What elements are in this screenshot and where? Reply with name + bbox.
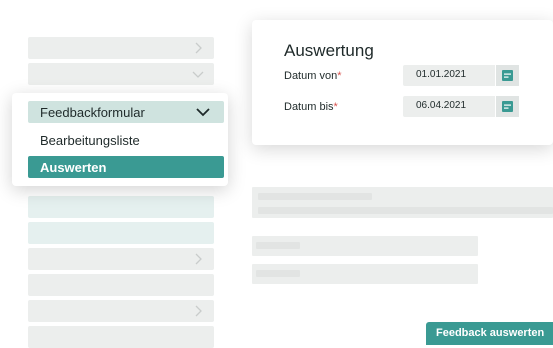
evaluation-card: Auswertung Datum von* 01.01.2021 Datum b… <box>252 20 553 145</box>
content-placeholder-line <box>256 270 300 277</box>
calendar-icon <box>502 70 513 81</box>
sidebar-row[interactable] <box>28 63 214 85</box>
sidebar-row[interactable] <box>28 248 214 270</box>
required-mark: * <box>333 101 338 113</box>
feedback-evaluate-label: Feedback auswerten <box>436 327 545 339</box>
dropdown-selected-label: Feedbackformular <box>40 105 145 120</box>
sidebar-row[interactable] <box>28 37 214 59</box>
date-to-value: 06.04.2021 <box>416 100 467 111</box>
chevron-down-icon <box>196 108 210 117</box>
feedback-evaluate-button[interactable]: Feedback auswerten <box>426 322 553 345</box>
sidebar-row <box>28 196 214 218</box>
content-placeholder-line <box>258 207 553 214</box>
content-placeholder-line <box>256 242 300 249</box>
sidebar-row <box>28 274 214 296</box>
menu-item-bearbeitungsliste[interactable]: Bearbeitungsliste <box>28 129 224 151</box>
date-to-field[interactable]: 06.04.2021 <box>403 96 519 117</box>
card-title: Auswertung <box>284 41 374 60</box>
date-to-label: Datum bis* <box>284 101 338 113</box>
date-from-label: Datum von* <box>284 70 342 82</box>
content-placeholder-line <box>258 193 372 200</box>
menu-item-auswerten[interactable]: Auswerten <box>28 156 224 178</box>
date-from-value: 01.01.2021 <box>416 69 467 80</box>
form-dropdown-menu: Feedbackformular Bearbeitungsliste Auswe… <box>12 93 228 186</box>
date-from-picker-button[interactable] <box>495 65 519 86</box>
chevron-down-icon <box>192 71 204 78</box>
menu-item-label: Auswerten <box>40 160 107 175</box>
menu-item-label: Bearbeitungsliste <box>40 133 140 148</box>
chevron-right-icon <box>195 42 202 54</box>
sidebar-row[interactable] <box>28 300 214 322</box>
sidebar-row <box>28 222 214 244</box>
chevron-right-icon <box>195 253 202 265</box>
calendar-icon <box>502 101 513 112</box>
chevron-right-icon <box>195 305 202 317</box>
date-from-field[interactable]: 01.01.2021 <box>403 65 519 86</box>
dropdown-toggle[interactable]: Feedbackformular <box>28 101 224 123</box>
required-mark: * <box>337 70 342 82</box>
date-to-picker-button[interactable] <box>495 96 519 117</box>
